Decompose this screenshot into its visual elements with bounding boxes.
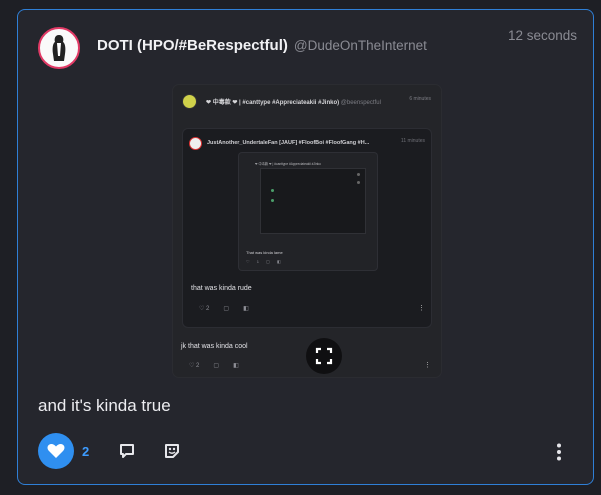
avatar[interactable] (38, 27, 80, 69)
embed-more-icon: ⋮ (424, 362, 431, 369)
inner-timestamp: 11 minutes (400, 138, 425, 144)
embed-heart-icon: ♡ 2 (189, 363, 200, 369)
comment-icon[interactable] (118, 442, 136, 460)
inner-sticker-icon: ◧ (243, 306, 249, 312)
post-card: DOTI (HPO/#BeRespectful) @DudeOnTheIntern… (17, 9, 594, 485)
author-handle[interactable]: @DudeOnTheInternet (294, 38, 427, 53)
sticker-icon[interactable] (163, 442, 181, 460)
nested-deep-screenshot (261, 169, 365, 233)
nested-author: ❤ 中毒款 ❤ | #canttype #Appreciateakii #Jin… (255, 162, 321, 166)
like-count[interactable]: 2 (82, 444, 89, 459)
expand-image-button[interactable] (306, 338, 342, 374)
inner-avatar (189, 137, 202, 150)
heart-icon (47, 443, 65, 458)
embed-sticker-icon: ◧ (233, 363, 239, 369)
avatar-figure-icon (52, 35, 66, 61)
inner-comment-icon: ▢ (223, 306, 230, 312)
embed-inner-post: JustAnother_UndertaleFan [JAUF] #FloofBo… (183, 129, 431, 327)
post-header: DOTI (HPO/#BeRespectful) @DudeOnTheIntern… (97, 37, 427, 54)
post-timestamp: 12 seconds (507, 28, 577, 43)
post-text: and it's kinda true (38, 396, 171, 415)
author-name[interactable]: DOTI (HPO/#BeRespectful) (97, 37, 288, 54)
nested-screenshot: ❤ 中毒款 ❤ | #canttype #Appreciateakii #Jin… (239, 153, 377, 270)
embed-actions: ♡ 2 ▢ ◧ (189, 362, 239, 369)
inner-author: JustAnother_UndertaleFan [JAUF] #FloofBo… (207, 140, 370, 146)
embed-handle: @beenspectful (340, 100, 381, 106)
inner-text: that was kinda rude (191, 285, 252, 292)
deep-dot (357, 173, 360, 176)
deep-dot (271, 189, 274, 192)
embed-timestamp: 6 minutes (409, 96, 431, 102)
inner-more-icon: ⋮ (418, 305, 425, 312)
inner-like-count: 2 (206, 306, 210, 312)
inner-heart-icon: ♡ 2 (199, 306, 210, 312)
embed-text: jk that was kinda cool (181, 343, 248, 350)
expand-icon (315, 347, 333, 365)
more-vertical-icon[interactable] (552, 442, 566, 462)
nested-text: That was kinda lame (246, 250, 283, 255)
embed-like-count: 2 (196, 363, 200, 369)
inner-actions: ♡ 2 ▢ ◧ (199, 305, 249, 312)
deep-dot (271, 199, 274, 202)
embed-author: ❤ 中毒款 ❤ | #canttype #Appreciateakii #Jin… (206, 100, 381, 106)
deep-dot (357, 181, 360, 184)
embed-comment-icon: ▢ (213, 363, 220, 369)
nested-actions: ♡ 1 ▢ ◧ (246, 259, 284, 264)
embedded-screenshot[interactable]: ❤ 中毒款 ❤ | #canttype #Appreciateakii #Jin… (173, 85, 441, 377)
like-button[interactable] (38, 433, 74, 469)
embed-avatar (182, 94, 197, 109)
nested-like-count: 1 (256, 259, 262, 264)
